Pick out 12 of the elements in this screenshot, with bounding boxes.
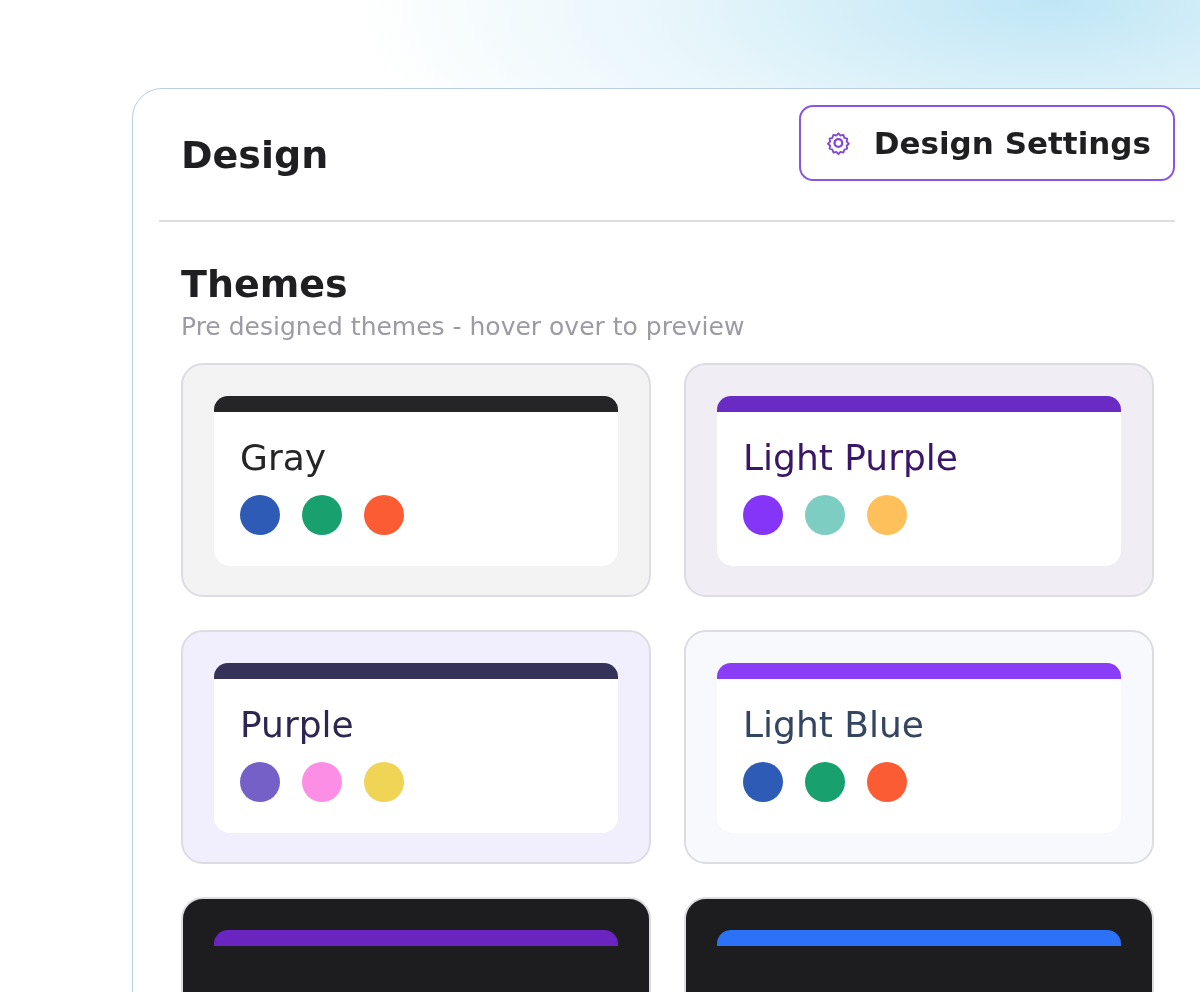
- theme-card[interactable]: Light Purple: [684, 362, 1154, 597]
- panel-title: Design: [181, 132, 329, 177]
- theme-card[interactable]: Purple: [181, 629, 651, 864]
- theme-name: Purple: [240, 702, 355, 746]
- theme-name: Light Purple: [743, 435, 959, 479]
- theme-card[interactable]: Light Blue: [684, 629, 1154, 864]
- theme-name: Gray: [240, 435, 328, 479]
- section-title: Themes: [181, 262, 349, 308]
- design-settings-button[interactable]: Design Settings: [799, 104, 1175, 181]
- theme-name: Light Blue: [743, 702, 925, 746]
- theme-card[interactable]: Gray: [181, 362, 651, 597]
- section-subtitle: Pre designed themes - hover over to preview: [181, 311, 746, 341]
